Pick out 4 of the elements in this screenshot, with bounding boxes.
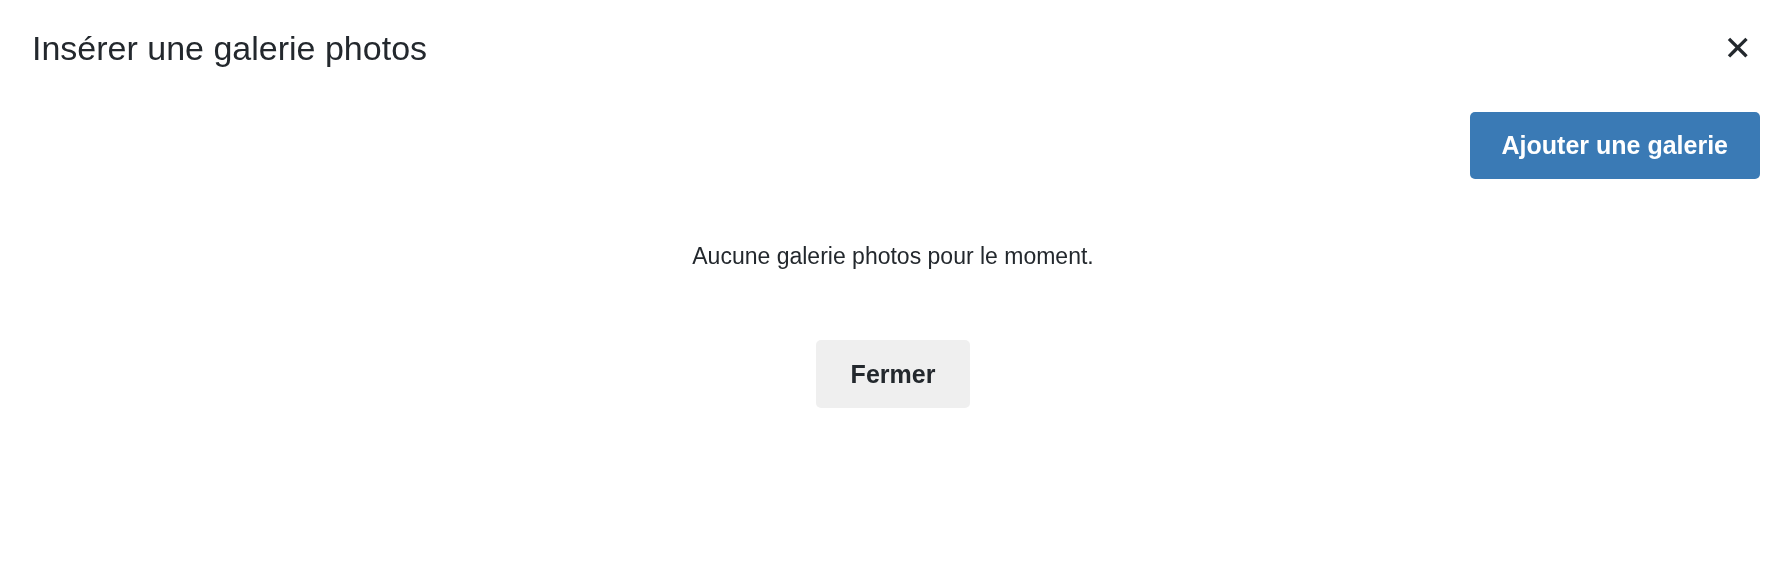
close-button[interactable]: Fermer <box>815 340 971 408</box>
add-gallery-button[interactable]: Ajouter une galerie <box>1469 112 1760 179</box>
empty-message: Aucune galerie photos pour le moment. <box>691 243 1095 270</box>
dialog-title: Insérer une galerie photos <box>32 28 428 68</box>
